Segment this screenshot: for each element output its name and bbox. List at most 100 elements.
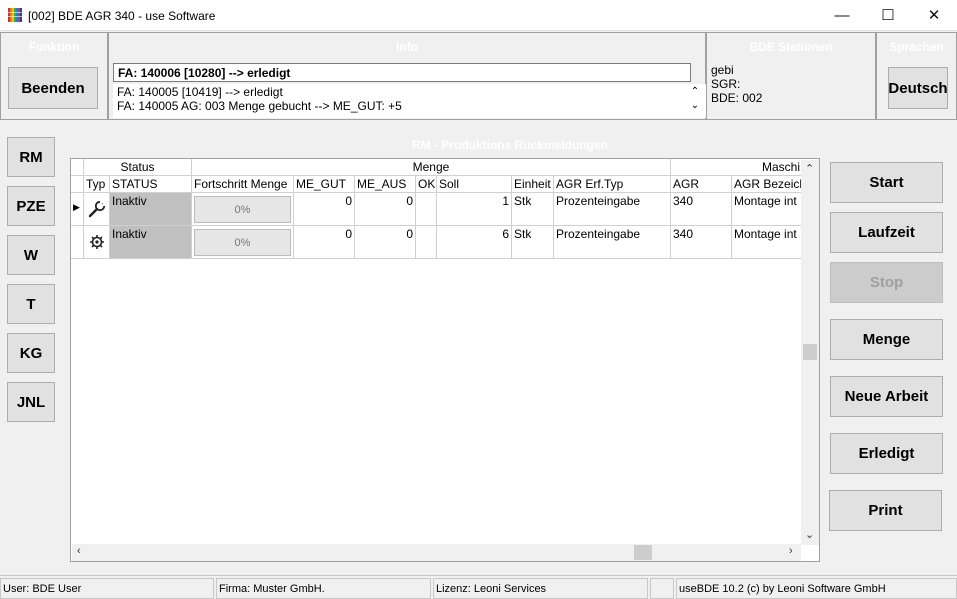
chevron-down-icon[interactable]: ⌄ [687,99,703,113]
maximize-icon[interactable]: ☐ [865,0,911,30]
horizontal-scrollbar[interactable]: ‹ › [72,544,801,561]
nav-w-button[interactable]: W [7,235,55,275]
chevron-right-icon[interactable]: › [789,545,793,557]
row-status: Inaktiv [110,193,192,226]
row-bezeich: Montage int [732,226,802,259]
row-einheit: Stk [512,226,554,259]
funktion-caption: Funktion [28,40,80,54]
nav-t-button[interactable]: T [7,284,55,324]
row-header-corner [71,176,84,193]
log-scrollbar[interactable]: ⌃ ⌄ [687,85,703,117]
start-button[interactable]: Start [830,162,943,203]
horizontal-scroll-thumb[interactable] [634,545,652,560]
chevron-down-icon[interactable]: ⌄ [805,528,814,541]
progress-bar: 0% [194,229,291,256]
minimize-icon[interactable]: — [819,0,865,30]
print-button[interactable]: Print [829,490,942,531]
row-status: Inaktiv [110,226,192,259]
grid-corner [71,159,84,176]
row-ok [416,193,437,226]
station-caption: BDE Stationen [749,40,833,54]
row-agr: 340 [671,226,732,259]
row-soll: 6 [437,226,512,259]
sprachen-caption: Sprachen [889,40,944,54]
beenden-button[interactable]: Beenden [8,67,98,109]
station-bde: BDE: 002 [711,91,763,105]
info-log-line: FA: 140005 AG: 003 Menge gebucht --> ME_… [117,99,402,113]
station-panel: BDE Stationen gebi SGR: BDE: 002 [706,32,876,120]
table-row-type [84,193,110,226]
neue-arbeit-button[interactable]: Neue Arbeit [830,376,943,417]
info-log[interactable]: FA: 140005 [10419] --> erledigt FA: 1400… [113,84,707,118]
row-me-gut: 0 [294,226,355,259]
group-status: Status [84,159,192,176]
table-row-type [84,226,110,259]
col-einheit[interactable]: Einheit [512,176,554,193]
row-me-aus: 0 [355,193,416,226]
status-bar: User: BDE User Firma: Muster GmbH. Lizen… [0,575,957,599]
app-icon [8,8,22,22]
row-einheit: Stk [512,193,554,226]
production-grid[interactable]: Status Menge Maschi Typ STATUS Fortschri… [70,158,820,562]
row-erf-typ: Prozenteingabe [554,226,671,259]
status-user: User: BDE User [0,578,214,599]
col-typ[interactable]: Typ [84,176,110,193]
row-progress: 0% [192,226,294,259]
col-me-gut[interactable]: ME_GUT [294,176,355,193]
station-info: gebi SGR: BDE: 002 [711,63,762,105]
nav-rm-button[interactable]: RM [7,137,55,177]
close-icon[interactable]: ✕ [911,0,957,30]
row-selector-icon[interactable]: ▶ [71,193,84,226]
col-status[interactable]: STATUS [110,176,192,193]
station-sgr: SGR: [711,77,741,91]
window-title: [002] BDE AGR 340 - use Software [28,9,216,23]
nav-jnl-button[interactable]: JNL [7,382,55,422]
nav-kg-button[interactable]: KG [7,333,55,373]
row-erf-typ: Prozenteingabe [554,193,671,226]
row-selector[interactable] [71,226,84,259]
chevron-up-icon[interactable]: ⌃ [805,162,814,175]
col-me-aus[interactable]: ME_AUS [355,176,416,193]
menge-button[interactable]: Menge [830,319,943,360]
nav-pze-button[interactable]: PZE [7,186,55,226]
row-bezeich: Montage int [732,193,802,226]
row-agr: 340 [671,193,732,226]
station-user: gebi [711,63,734,77]
group-menge: Menge [192,159,671,176]
info-log-line: FA: 140005 [10419] --> erledigt [117,85,283,99]
info-caption: Info [396,40,418,54]
col-ok[interactable]: OK [416,176,437,193]
group-maschine: Maschi [671,159,802,176]
title-bar: [002] BDE AGR 340 - use Software — ☐ ✕ [0,0,957,31]
row-me-aus: 0 [355,226,416,259]
col-agr-erf-typ[interactable]: AGR Erf.Typ [554,176,671,193]
stop-button[interactable]: Stop [830,262,943,303]
col-fortschritt[interactable]: Fortschritt Menge [192,176,294,193]
status-version: useBDE 10.2 (c) by Leoni Software GmbH [676,578,957,599]
row-me-gut: 0 [294,193,355,226]
vertical-scrollbar[interactable]: ⌃ ⌄ [801,160,819,545]
progress-bar: 0% [194,196,291,223]
col-agr[interactable]: AGR [671,176,732,193]
rm-section-caption: RM - Produktions Rückmeldungen [411,138,608,152]
row-ok [416,226,437,259]
chevron-up-icon[interactable]: ⌃ [687,85,703,99]
col-agr-bezeich[interactable]: AGR Bezeich [732,176,802,193]
info-panel: Info FA: 140006 [10280] --> erledigt FA:… [108,32,707,120]
col-soll[interactable]: Soll [437,176,512,193]
chevron-left-icon[interactable]: ‹ [77,545,81,557]
vertical-scroll-thumb[interactable] [803,344,817,360]
row-progress: 0% [192,193,294,226]
row-soll: 1 [437,193,512,226]
funktion-panel: Funktion Beenden [0,32,108,120]
status-firma: Firma: Muster GmbH. [216,578,431,599]
status-empty [650,578,674,599]
info-current-message: FA: 140006 [10280] --> erledigt [113,63,691,82]
laufzeit-button[interactable]: Laufzeit [830,212,943,253]
gear-icon [90,235,104,249]
sprachen-panel: Sprachen Deutsch [876,32,957,120]
erledigt-button[interactable]: Erledigt [830,433,943,474]
deutsch-button[interactable]: Deutsch [888,67,948,109]
wrench-icon [88,200,106,218]
status-lizenz: Lizenz: Leoni Services [433,578,648,599]
